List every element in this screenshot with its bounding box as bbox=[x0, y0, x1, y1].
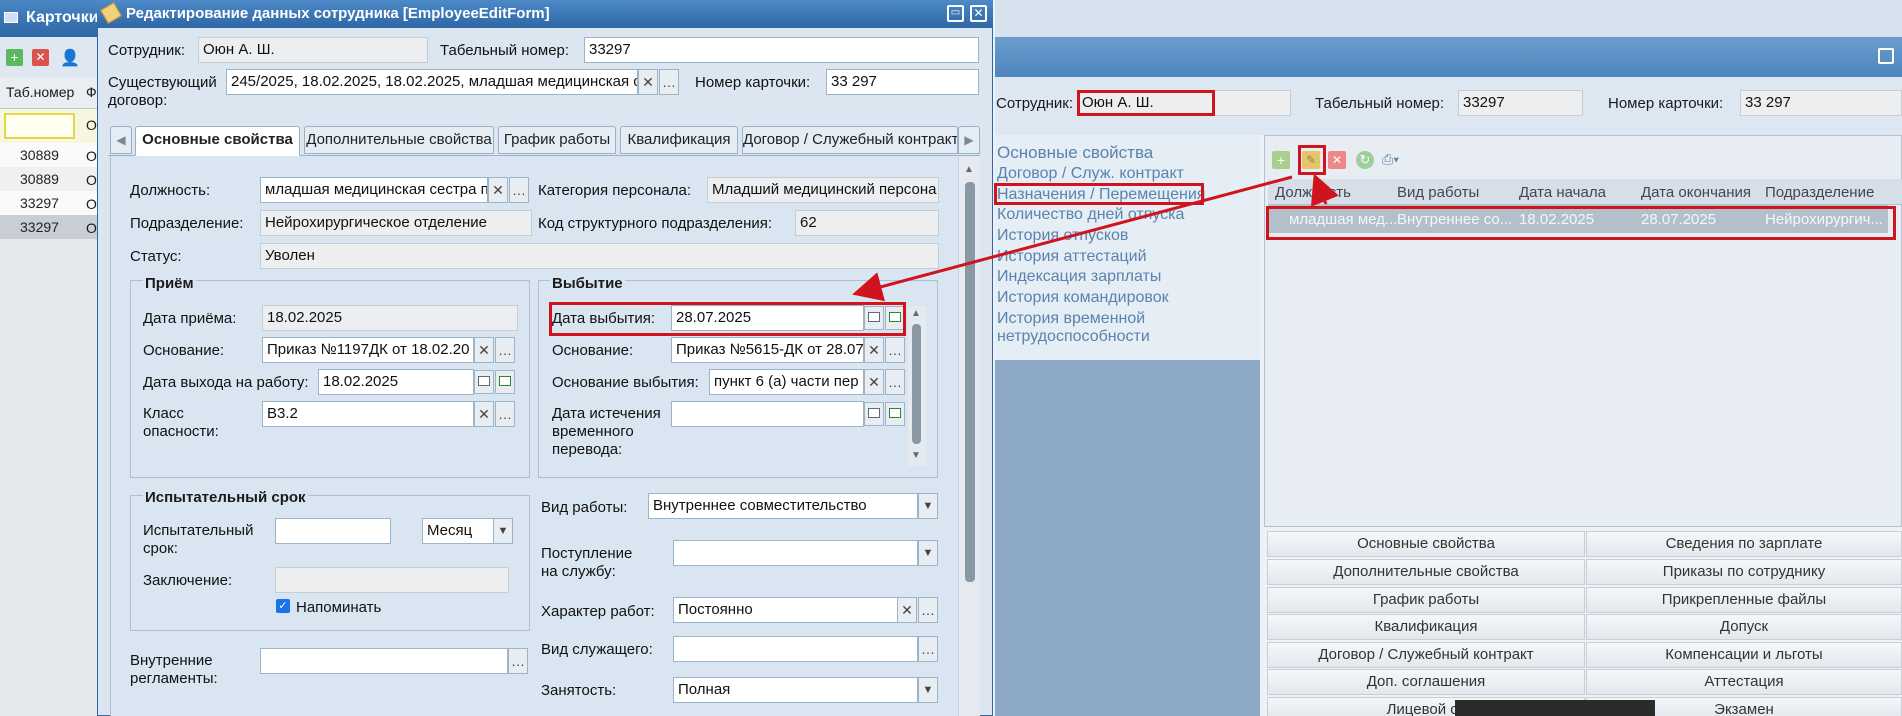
arrow-line bbox=[852, 175, 1293, 302]
arrow-line bbox=[1310, 173, 1339, 207]
annotation-arrows bbox=[852, 173, 1339, 302]
